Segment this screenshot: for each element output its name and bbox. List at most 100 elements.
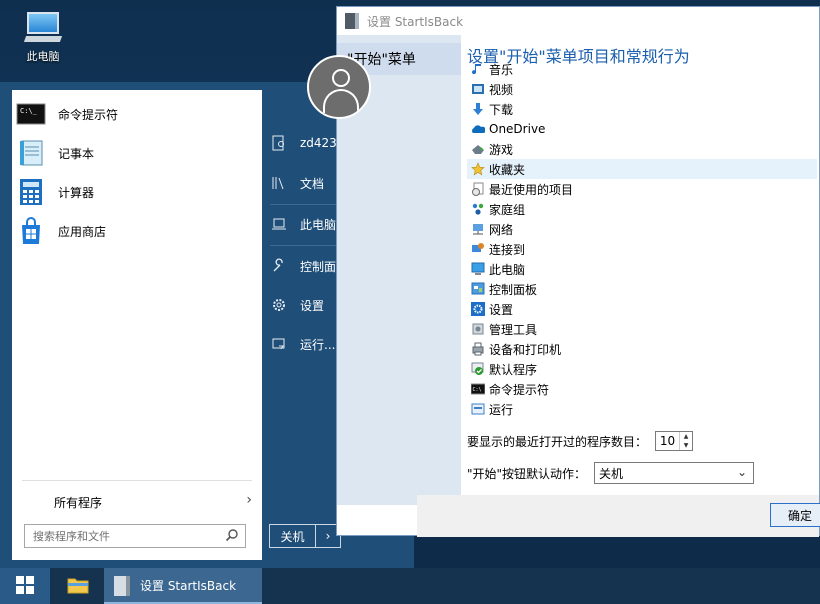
list-item-label: 此电脑 [489, 262, 526, 277]
network-icon [471, 222, 485, 236]
dialog-footer [417, 495, 819, 537]
connect-to-icon [471, 242, 485, 256]
list-item[interactable]: 连接到 [467, 239, 817, 259]
user-folder-icon [270, 134, 288, 152]
program-item-cmd[interactable]: C:\_ 命令提示符 [16, 96, 256, 132]
onedrive-icon [471, 122, 486, 136]
start-link-label: 设置 [300, 298, 325, 313]
startisback-icon [114, 576, 130, 596]
window-titlebar[interactable]: 设置 StartIsBack [337, 7, 819, 35]
file-explorer-taskbar-button[interactable] [56, 568, 100, 604]
recent-items-icon [471, 182, 485, 196]
svg-text:C:\: C:\ [473, 387, 482, 393]
gear-icon [270, 296, 288, 314]
program-item-calculator[interactable]: 计算器 [16, 174, 256, 210]
all-programs-button[interactable]: 所有程序 › [12, 488, 262, 516]
divider [22, 480, 252, 481]
program-label: 计算器 [58, 185, 95, 200]
list-item[interactable]: C:\ 命令提示符 [467, 379, 817, 399]
recent-count-spinner[interactable]: 10 ▲ ▼ [655, 431, 694, 451]
list-item[interactable]: 网络 [467, 219, 817, 239]
list-item[interactable]: 运行 [467, 399, 817, 419]
taskbar-item-label: 设置 StartIsBack [140, 578, 237, 593]
favorites-icon [471, 162, 485, 176]
start-link-label: zd423 [300, 136, 337, 150]
this-pc-icon [471, 262, 485, 276]
user-avatar[interactable] [307, 55, 371, 119]
download-icon [471, 102, 485, 116]
list-item-highlighted[interactable]: 收藏夹 [467, 159, 817, 179]
start-button[interactable] [0, 568, 50, 604]
start-link-label: 此电脑 [300, 217, 337, 232]
list-item-label: 设置 [489, 302, 514, 317]
games-icon [471, 142, 485, 156]
list-item[interactable]: 视频 [467, 79, 817, 99]
desktop-icon-this-pc[interactable]: 此电脑 [12, 10, 74, 64]
list-item[interactable]: 管理工具 [467, 319, 817, 339]
list-item-label: 运行 [489, 402, 514, 417]
list-item-label: 管理工具 [489, 322, 538, 337]
search-icon [225, 528, 239, 542]
documents-icon [270, 174, 288, 192]
power-button-group: 关机 › [269, 524, 341, 548]
list-item-label: 家庭组 [489, 202, 526, 217]
program-label: 命令提示符 [58, 107, 119, 122]
list-item-label: 默认程序 [489, 362, 538, 377]
default-programs-icon [471, 362, 485, 376]
program-item-notepad[interactable]: 记事本 [16, 135, 256, 171]
taskbar: 设置 StartIsBack [0, 568, 820, 604]
settings-nav-pane [417, 35, 461, 505]
startisback-icon [345, 13, 359, 29]
list-item[interactable]: 游戏 [467, 139, 817, 159]
start-button-action-row: "开始"按钮默认动作： 关机 ⌄ [467, 462, 755, 484]
spinner-down-icon[interactable]: ▼ [680, 441, 692, 450]
run-icon [270, 335, 288, 353]
devices-printers-icon [471, 342, 485, 356]
list-item[interactable]: 最近使用的项目 [467, 179, 817, 199]
shutdown-button[interactable]: 关机 [270, 525, 316, 547]
list-item-label: 控制面板 [489, 282, 538, 297]
cmd-icon: C:\_ [16, 99, 46, 129]
list-item-label: 设备和打印机 [489, 342, 562, 357]
run-icon [471, 402, 485, 416]
list-item-label: 最近使用的项目 [489, 182, 574, 197]
recent-count-label: 要显示的最近打开过的程序数目： [467, 434, 648, 449]
list-item-label: OneDrive [489, 122, 546, 136]
list-item[interactable]: OneDrive [467, 119, 817, 139]
list-item[interactable]: 控制面板 [467, 279, 817, 299]
recent-count-value[interactable]: 10 [656, 432, 681, 450]
all-programs-label: 所有程序 [54, 495, 103, 510]
control-panel-icon [270, 257, 288, 275]
spinner-up-icon[interactable]: ▲ [680, 432, 692, 441]
list-item[interactable]: 设置 [467, 299, 817, 319]
list-item-label: 音乐 [489, 63, 514, 77]
window-title: 设置 StartIsBack [367, 14, 464, 29]
admin-tools-icon [471, 322, 485, 336]
ok-button[interactable]: 确定 [770, 503, 820, 527]
list-item-label: 视频 [489, 82, 514, 97]
list-item-label: 网络 [489, 222, 514, 237]
start-button-action-select[interactable]: 关机 ⌄ [594, 462, 755, 484]
list-item[interactable]: 默认程序 [467, 359, 817, 379]
notepad-icon [16, 138, 46, 168]
desktop-icon-label: 此电脑 [26, 50, 60, 63]
search-input[interactable]: 搜索程序和文件 [24, 524, 246, 548]
chevron-down-icon: ⌄ [736, 465, 748, 479]
list-item[interactable]: 音乐 [467, 63, 817, 79]
start-menu-programs-pane: C:\_ 命令提示符 记事本 计算器 应用商店 所有程序 › 搜索程序和文件 [12, 90, 262, 560]
music-icon [471, 63, 485, 76]
search-placeholder: 搜索程序和文件 [33, 530, 110, 543]
list-item[interactable]: 下载 [467, 99, 817, 119]
program-item-store[interactable]: 应用商店 [16, 213, 256, 249]
recent-count-row: 要显示的最近打开过的程序数目： 10 ▲ ▼ [467, 431, 694, 451]
list-item-label: 下载 [489, 102, 514, 117]
start-button-action-value: 关机 [599, 466, 624, 481]
list-item-label: 连接到 [489, 242, 526, 257]
chevron-right-icon: › [246, 492, 252, 508]
list-item[interactable]: 家庭组 [467, 199, 817, 219]
list-item[interactable]: 设备和打印机 [467, 339, 817, 359]
program-label: 记事本 [58, 146, 95, 161]
taskbar-item-startisback-settings[interactable]: 设置 StartIsBack [104, 568, 262, 604]
list-item[interactable]: 此电脑 [467, 259, 817, 279]
windows-logo-icon [16, 575, 34, 597]
